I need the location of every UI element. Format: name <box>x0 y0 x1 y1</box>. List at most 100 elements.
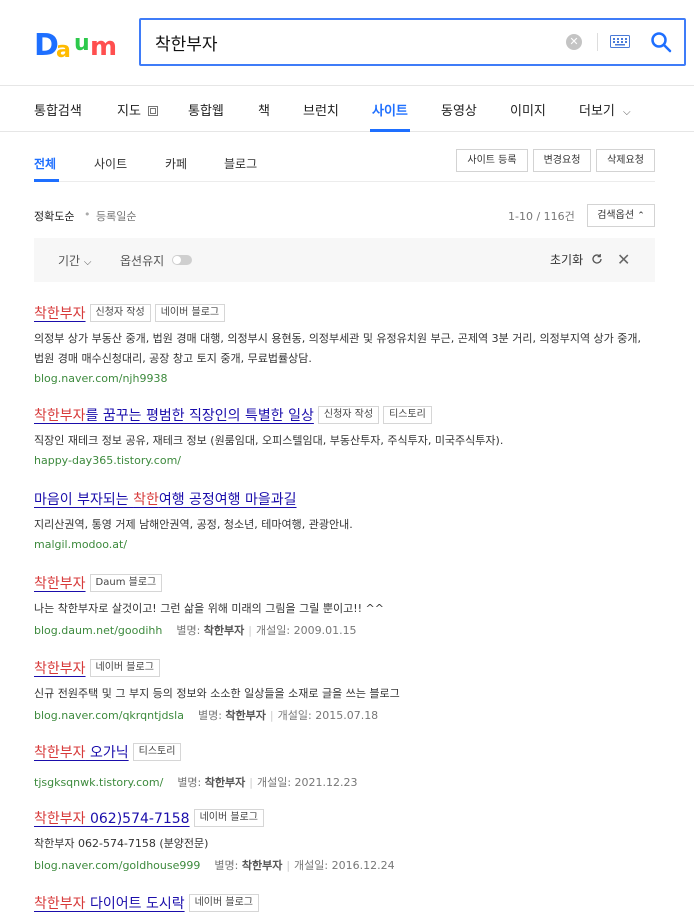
reset-label: 초기화 <box>550 253 584 267</box>
keep-options-label: 옵션유지 <box>120 254 165 268</box>
result-tag: 네이버 블로그 <box>89 659 160 677</box>
result-title[interactable]: 착한부자를 꿈꾸는 평범한 직장인의 특별한 일상 <box>34 405 314 425</box>
tab-integrated-search[interactable]: 통합검색 <box>34 100 82 119</box>
list-item: 착한부자 Daum 블로그 나는 착한부자로 살것이고! 그런 삶을 위해 미래의… <box>34 573 664 638</box>
close-icon[interactable]: ✕ <box>617 250 630 269</box>
result-description: 의정부 상가 부동산 중개, 법원 경매 대행, 의정부시 용현동, 의정부세관… <box>34 332 642 365</box>
result-url[interactable]: blog.daum.net/goodihh <box>34 624 162 637</box>
opened-label: 개설일: <box>277 709 312 722</box>
refresh-icon <box>592 254 602 264</box>
search-options-label: 검색옵션 <box>597 210 635 221</box>
tab-book[interactable]: 책 <box>258 100 270 119</box>
keep-options-toggle[interactable] <box>172 255 192 265</box>
result-title[interactable]: 마음이 부자되는 착한여행 공정여행 마을과길 <box>34 489 297 509</box>
result-url[interactable]: blog.naver.com/qkrqntjdsla <box>34 709 184 722</box>
result-tag: 네이버 블로그 <box>154 304 226 322</box>
filter-bar: 기간 ⌵ 옵션유지 초기화 ✕ <box>34 238 655 282</box>
logo-letter-a: a <box>56 38 71 60</box>
result-tag: Daum 블로그 <box>89 574 163 592</box>
period-filter[interactable]: 기간 ⌵ <box>58 252 92 269</box>
opened-date: 2015.07.18 <box>315 709 379 722</box>
clear-icon[interactable]: ✕ <box>566 34 582 50</box>
subtab-site[interactable]: 사이트 <box>94 155 127 172</box>
tab-more-label: 더보기 <box>579 104 615 119</box>
title-rest: 여행 공정여행 마을과길 <box>158 492 297 508</box>
tab-video[interactable]: 동영상 <box>441 100 477 119</box>
tab-site[interactable]: 사이트 <box>372 100 408 119</box>
tab-map[interactable]: 지도 <box>117 100 159 119</box>
result-url[interactable]: happy-day365.tistory.com/ <box>34 454 181 467</box>
result-tag: 티스토리 <box>383 406 432 424</box>
result-description: 신규 전원주택 및 그 부지 등의 정보와 소소한 일상들을 소재로 글을 쓰는… <box>34 687 400 700</box>
list-item: 착한부자 다이어트 도시락 네이버 블로그 <box>34 893 664 913</box>
sort-date[interactable]: 등록일순 <box>96 208 136 224</box>
daum-logo[interactable]: D a u m <box>34 28 124 60</box>
meta-separator: | <box>248 624 252 637</box>
result-meta: 별명: 착한부자 | 개설일: 2016.12.24 <box>214 859 394 872</box>
reset-button[interactable]: 초기화 <box>550 251 603 268</box>
sort-separator-dot: • <box>84 208 91 221</box>
result-title[interactable]: 착한부자 <box>34 303 86 323</box>
result-description: 나는 착한부자로 살것이고! 그런 삶을 위해 미래의 그림을 그릴 뿐이고!!… <box>34 602 384 615</box>
result-url[interactable]: tjsgksqnwk.tistory.com/ <box>34 776 163 789</box>
subtab-blog[interactable]: 블로그 <box>224 155 257 172</box>
sort-accuracy[interactable]: 정확도순 <box>34 208 74 224</box>
title-rest: 를 꿈꾸는 평범한 직장인의 특별한 일상 <box>85 408 314 424</box>
title-rest: 다이어트 도시락 <box>85 896 185 912</box>
alias-value: 착한부자 <box>241 859 283 872</box>
result-url[interactable]: blog.naver.com/njh9938 <box>34 372 167 385</box>
result-description: 착한부자 062-574-7158 (분양전문) <box>34 837 209 850</box>
title-rest: 오가닉 <box>85 745 129 761</box>
site-register-button[interactable]: 사이트 등록 <box>456 149 528 172</box>
sub-tabs: 전체 사이트 카페 블로그 사이트 등록 변경요청 삭제요청 <box>34 132 655 182</box>
title-highlight: 착한부자 <box>34 811 86 827</box>
title-highlight: 착한부자 <box>34 408 86 424</box>
tab-image[interactable]: 이미지 <box>510 100 546 119</box>
result-tag: 신청자 작성 <box>89 304 151 322</box>
title-pre: 마음이 부자되는 <box>34 492 134 508</box>
result-meta: 별명: 착한부자 | 개설일: 2009.01.15 <box>176 624 356 637</box>
alias-label: 별명: <box>176 624 201 637</box>
title-highlight: 착한부자 <box>34 576 86 592</box>
header: D a u m ✕ <box>0 0 694 86</box>
result-url[interactable]: blog.naver.com/goldhouse999 <box>34 859 200 872</box>
tab-more[interactable]: 더보기 ⌵ <box>579 100 631 119</box>
logo-letter-u: u <box>74 31 90 56</box>
search-icon[interactable] <box>649 30 673 54</box>
result-tag: 티스토리 <box>132 743 182 761</box>
title-highlight: 착한부자 <box>34 661 86 677</box>
search-input[interactable] <box>155 28 535 56</box>
chevron-down-icon: ⌵ <box>623 107 631 118</box>
delete-request-button[interactable]: 삭제요청 <box>596 149 655 172</box>
result-title[interactable]: 착한부자 <box>34 573 86 593</box>
search-options-button[interactable]: 검색옵션 ⌃ <box>587 204 655 227</box>
search-box: ✕ <box>139 18 686 66</box>
tab-map-label: 지도 <box>117 104 141 119</box>
change-request-button[interactable]: 변경요청 <box>533 149 591 172</box>
list-item: 착한부자 네이버 블로그 신규 전원주택 및 그 부지 등의 정보와 소소한 일상… <box>34 658 664 723</box>
tab-brunch[interactable]: 브런치 <box>303 100 339 119</box>
result-title[interactable]: 착한부자 다이어트 도시락 <box>34 893 185 913</box>
result-title[interactable]: 착한부자 오가닉 <box>34 742 129 762</box>
result-tag: 신청자 작성 <box>317 406 380 424</box>
result-url[interactable]: malgil.modoo.at/ <box>34 538 127 551</box>
alias-label: 별명: <box>197 709 222 722</box>
alias-label: 별명: <box>214 859 239 872</box>
toggle-knob <box>173 256 181 264</box>
result-tag: 네이버 블로그 <box>188 894 259 912</box>
list-item: 착한부자 오가닉 티스토리 tjsgksqnwk.tistory.com/별명: … <box>34 742 664 790</box>
opened-label: 개설일: <box>256 624 291 637</box>
opened-date: 2021.12.23 <box>294 776 358 789</box>
chevron-up-icon: ⌃ <box>637 211 645 221</box>
main-tabs: 통합검색 지도 통합웹 책 브런치 사이트 동영상 이미지 더보기 ⌵ <box>0 86 694 132</box>
subtab-cafe[interactable]: 카페 <box>165 155 187 172</box>
keyboard-icon[interactable] <box>610 35 630 48</box>
tab-integrated-web[interactable]: 통합웹 <box>188 100 224 119</box>
result-title[interactable]: 착한부자 062)574-7158 <box>34 808 190 828</box>
subtab-all[interactable]: 전체 <box>34 155 56 172</box>
result-title[interactable]: 착한부자 <box>34 658 86 678</box>
result-tag: 네이버 블로그 <box>193 809 264 827</box>
sort-row: 정확도순 • 등록일순 1-10 / 116건 검색옵션 ⌃ <box>34 204 655 228</box>
alias-value: 착한부자 <box>203 624 245 637</box>
meta-separator: | <box>269 709 274 722</box>
